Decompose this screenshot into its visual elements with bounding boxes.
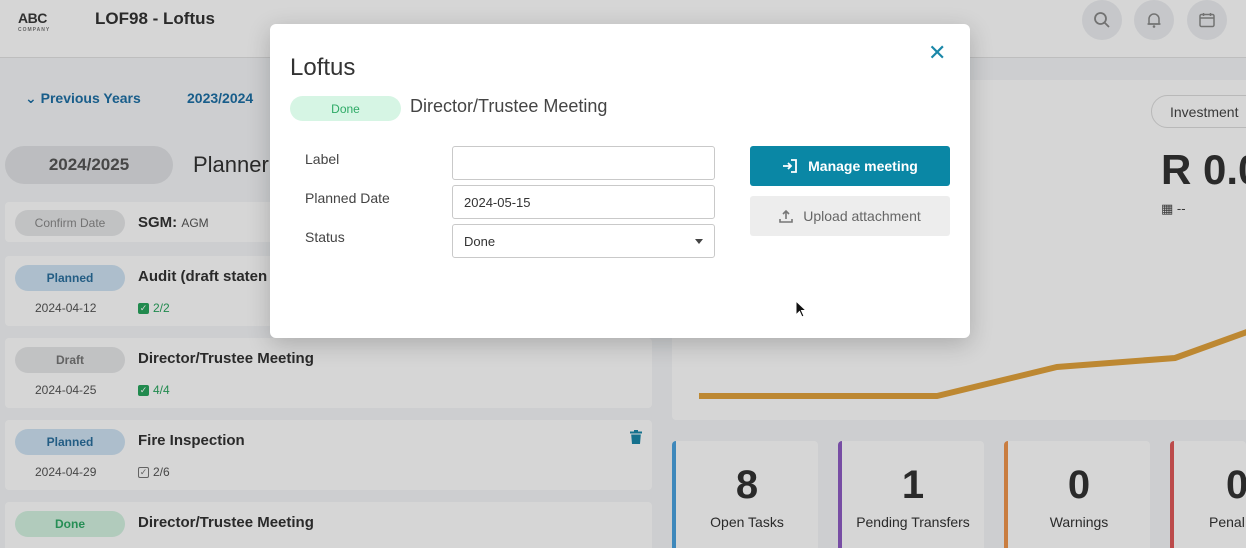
label-field-label: Label	[305, 151, 340, 167]
status-select[interactable]: Done	[452, 224, 715, 258]
planned-date-input[interactable]	[452, 185, 715, 219]
modal-title: Loftus	[290, 54, 356, 81]
status-badge: Done	[290, 96, 401, 121]
status-label: Status	[305, 229, 345, 245]
meeting-type: Director/Trustee Meeting	[410, 96, 608, 116]
upload-icon	[779, 209, 794, 223]
close-icon: ✕	[928, 40, 947, 65]
upload-attachment-button[interactable]: Upload attachment	[750, 196, 950, 236]
close-button[interactable]: ✕	[928, 40, 946, 66]
label-input[interactable]	[452, 146, 715, 180]
status-select-value: Done	[464, 233, 496, 249]
chevron-down-icon	[695, 238, 703, 244]
sign-in-icon	[783, 159, 798, 173]
planned-date-label: Planned Date	[305, 190, 390, 206]
mouse-cursor-icon	[795, 300, 807, 318]
manage-meeting-button[interactable]: Manage meeting	[750, 146, 950, 186]
meeting-modal: Loftus ✕ Done Director/Trustee Meeting L…	[270, 24, 970, 338]
